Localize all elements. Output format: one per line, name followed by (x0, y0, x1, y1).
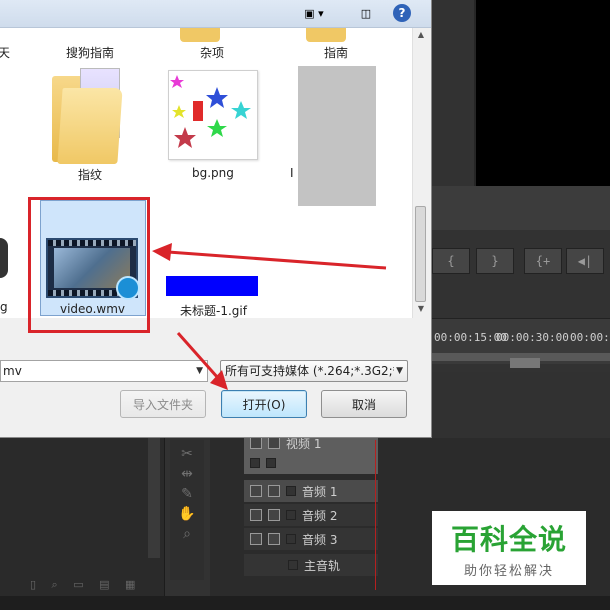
watermark-title: 百科全说 (450, 522, 567, 556)
arrow-head (152, 243, 172, 261)
watermark-logo: 百科全说 助你轻松解决 (432, 511, 586, 585)
watermark-subtitle: 助你轻松解决 (463, 563, 554, 579)
arrow-to-file (167, 250, 387, 270)
arrow-to-open (176, 332, 220, 379)
